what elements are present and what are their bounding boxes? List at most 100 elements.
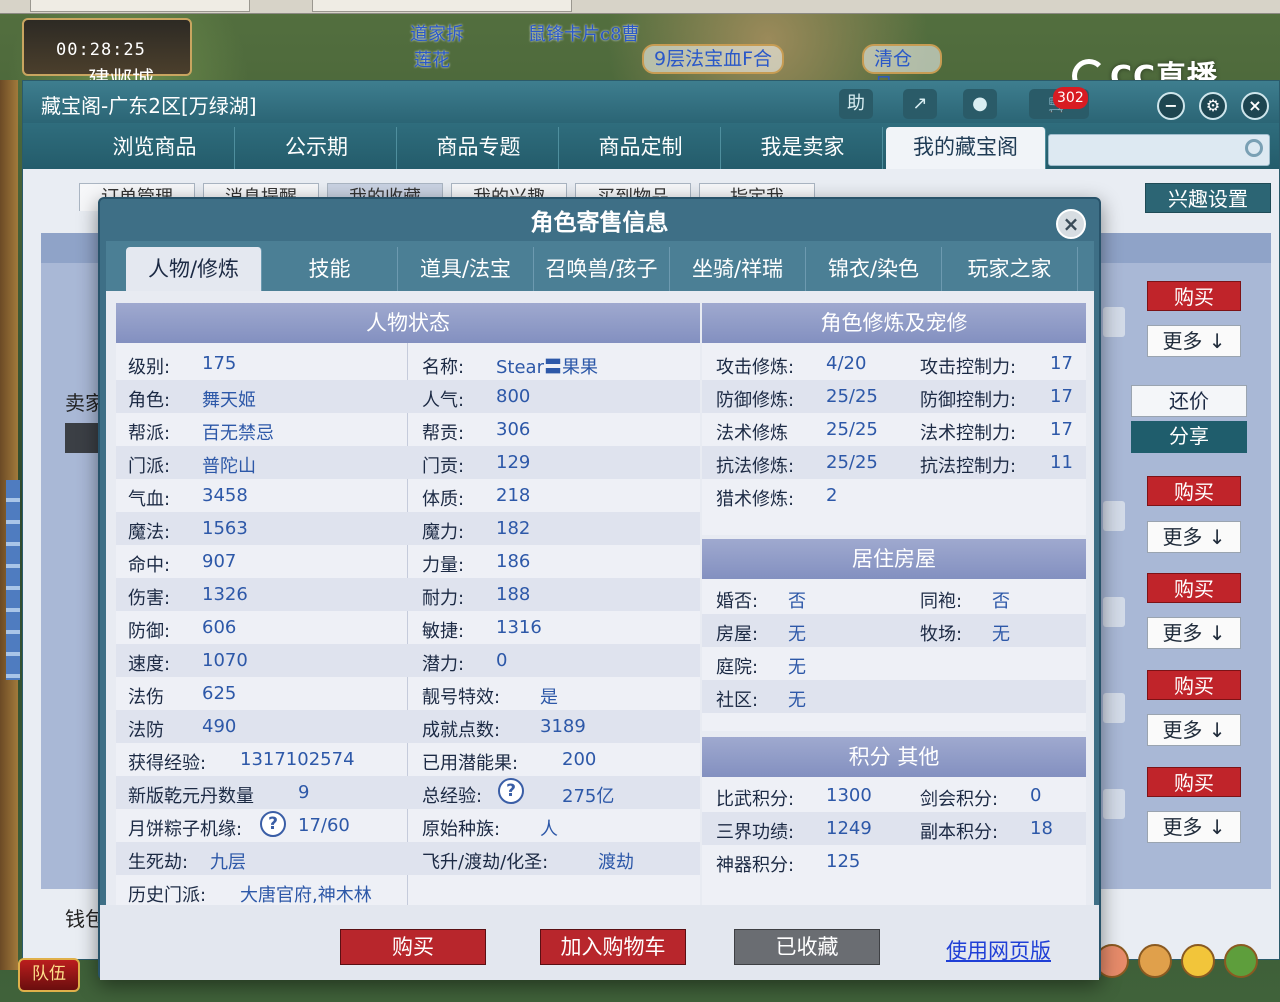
- stat-row: 伤害: 1326 耐力: 188: [116, 578, 700, 611]
- robe-value: 否: [992, 591, 1010, 612]
- cultivation-panel: 角色修炼及宠修 攻击修炼: 4/20 攻击控制力: 17 防御修炼: 25/25…: [702, 303, 1086, 535]
- tab-mounts[interactable]: 坐骑/祥瑞: [670, 247, 806, 291]
- row-more-button[interactable]: 更多 ↓: [1147, 811, 1241, 843]
- stat-row: 帮派: 百无禁忌 帮贡: 306: [116, 413, 700, 446]
- cultivation-panel-title: 角色修炼及宠修: [702, 303, 1086, 343]
- share-button[interactable]: 分享: [1131, 421, 1247, 453]
- row-card-icon: [1103, 307, 1125, 337]
- magic-damage-value: 625: [202, 683, 237, 704]
- school-contrib-label: 门贡:: [422, 456, 465, 477]
- popularity-label: 人气:: [422, 390, 465, 411]
- search-input[interactable]: [1048, 134, 1270, 166]
- nav-my-cbg[interactable]: 我的藏宝阁: [886, 127, 1046, 169]
- endurance-value: 188: [496, 584, 531, 605]
- race-label: 原始种族:: [422, 819, 501, 840]
- gear-icon[interactable]: ⚙: [1199, 92, 1227, 120]
- row-card-icon: [1103, 789, 1125, 819]
- favorited-button[interactable]: 已收藏: [734, 929, 880, 965]
- merit-value: 1249: [826, 818, 872, 839]
- add-to-cart-button[interactable]: 加入购物车: [540, 929, 686, 965]
- stat-row: 抗法修炼: 25/25 抗法控制力: 11: [702, 446, 1086, 479]
- popularity-value: 800: [496, 386, 531, 407]
- team-button[interactable]: 队伍: [18, 958, 80, 992]
- browser-tab-strip: [0, 0, 1280, 14]
- bargain-button[interactable]: 还价: [1131, 385, 1247, 417]
- close-icon[interactable]: ×: [1241, 92, 1269, 120]
- ranch-label: 牧场:: [920, 624, 963, 645]
- life-value: 九层: [210, 852, 246, 873]
- stat-row: 命中: 907 力量: 186: [116, 545, 700, 578]
- share-icon[interactable]: ↗: [903, 89, 937, 119]
- buy-button[interactable]: 购买: [340, 929, 486, 965]
- row-buy-button[interactable]: 购买: [1147, 670, 1241, 700]
- defense-cult-label: 防御修炼:: [716, 390, 795, 411]
- row-more-button[interactable]: 更多 ↓: [1147, 521, 1241, 553]
- stat-row: 气血: 3458 体质: 218: [116, 479, 700, 512]
- artifact-label: 神器积分:: [716, 855, 795, 876]
- cbg-title: 藏宝阁-广东2区[万绿湖]: [41, 94, 257, 118]
- resist-cult-value: 25/25: [826, 452, 878, 473]
- score-panel-title: 积分 其他: [702, 737, 1086, 777]
- nav-seller[interactable]: 我是卖家: [723, 127, 883, 169]
- tab-costumes[interactable]: 锦衣/染色: [806, 247, 942, 291]
- browser-tab[interactable]: [312, 0, 572, 12]
- modal-body: 人物状态 级别: 175 名称: Stear〓果果 角色: 舞天姬 人气: 80…: [106, 291, 1094, 907]
- row-more-button[interactable]: 更多 ↓: [1147, 617, 1241, 649]
- row-buy-button[interactable]: 购买: [1147, 573, 1241, 603]
- row-card-icon: [1103, 693, 1125, 723]
- hud-clock: 00:28:25 建邺城: [22, 18, 192, 93]
- tab-pets[interactable]: 召唤兽/孩子: [534, 247, 670, 291]
- damage-value: 1326: [202, 584, 248, 605]
- modal-tabs: 人物/修炼 技能 道具/法宝 召唤兽/孩子 坐骑/祥瑞 锦衣/染色 玩家之家: [106, 241, 1094, 291]
- help-icon[interactable]: ?: [498, 778, 524, 804]
- web-version-link[interactable]: 使用网页版: [946, 935, 1051, 965]
- hud-bottom-icons: [1095, 944, 1262, 982]
- tab-skills[interactable]: 技能: [262, 247, 398, 291]
- search-icon[interactable]: [1245, 139, 1263, 157]
- stat-row: 猎术修炼: 2: [702, 479, 1086, 512]
- achievement-value: 3189: [540, 716, 586, 737]
- hunt-cult-value: 2: [826, 485, 838, 506]
- handshake-icon[interactable]: [1138, 944, 1173, 978]
- nav-browse[interactable]: 浏览商品: [75, 127, 235, 169]
- nav-public[interactable]: 公示期: [237, 127, 397, 169]
- spell-ctrl-label: 法术控制力:: [920, 423, 1017, 444]
- hunt-cult-label: 猎术修炼:: [716, 489, 795, 510]
- row-buy-button[interactable]: 购买: [1147, 281, 1241, 311]
- help-icon[interactable]: ?: [260, 811, 286, 837]
- row-more-button[interactable]: 更多 ↓: [1147, 714, 1241, 746]
- pet-icon[interactable]: [1224, 944, 1259, 978]
- tab-home[interactable]: 玩家之家: [942, 247, 1078, 291]
- stat-row: 庭院: 无: [702, 647, 1086, 680]
- interest-settings-button[interactable]: 兴趣设置: [1145, 183, 1271, 213]
- row-more-label: 更多: [1162, 815, 1203, 839]
- smile-icon[interactable]: [1181, 944, 1216, 978]
- nav-custom[interactable]: 商品定制: [561, 127, 721, 169]
- role-info-modal: 角色寄售信息 × 人物/修炼 技能 道具/法宝 召唤兽/孩子 坐骑/祥瑞 锦衣/…: [98, 197, 1101, 980]
- cbg-titlebar: 藏宝阁-广东2区[万绿湖] 助 ↗ ● 🛒 302 − ⚙ ×: [23, 81, 1279, 123]
- browser-tab[interactable]: [30, 0, 250, 12]
- close-icon[interactable]: ×: [1056, 209, 1086, 239]
- defense-value: 606: [202, 617, 237, 638]
- row-more-label: 更多: [1162, 718, 1203, 742]
- stat-row: 比武积分: 1300 剑会积分: 0: [702, 779, 1086, 812]
- hit-label: 命中:: [128, 555, 171, 576]
- row-buy-button[interactable]: 购买: [1147, 767, 1241, 797]
- stat-row: 速度: 1070 潜力: 0: [116, 644, 700, 677]
- tab-items[interactable]: 道具/法宝: [398, 247, 534, 291]
- row-buy-button[interactable]: 购买: [1147, 476, 1241, 506]
- hud-scroll-text: 道家拆: [410, 24, 464, 45]
- defense-label: 防御:: [128, 621, 171, 642]
- row-more-button[interactable]: 更多 ↓: [1147, 325, 1241, 357]
- help-icon[interactable]: 助: [839, 89, 873, 119]
- school-contrib-value: 129: [496, 452, 531, 473]
- total-exp-label: 总经验:: [422, 786, 483, 807]
- hp-value: 3458: [202, 485, 248, 506]
- score-panel: 积分 其他 比武积分: 1300 剑会积分: 0 三界功绩: 1249 副本积分…: [702, 737, 1086, 907]
- minimize-icon[interactable]: −: [1157, 92, 1185, 120]
- tab-character[interactable]: 人物/修炼: [126, 247, 262, 291]
- record-icon[interactable]: ●: [963, 89, 997, 119]
- stat-row: 法防 490 成就点数: 3189: [116, 710, 700, 743]
- attack-ctrl-value: 17: [1050, 353, 1073, 374]
- nav-topics[interactable]: 商品专题: [399, 127, 559, 169]
